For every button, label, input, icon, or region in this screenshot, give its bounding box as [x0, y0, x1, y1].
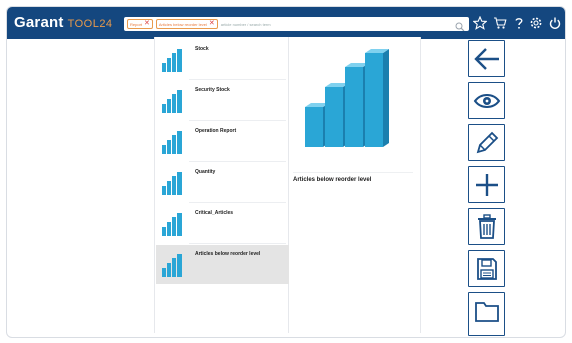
report-list-item[interactable]: Quantity	[156, 163, 289, 202]
logo-sub: TOOL24	[67, 18, 113, 30]
back-arrow-icon	[473, 47, 501, 71]
top-bar: Garant TOOL24 Report ✕ Articles below reo…	[7, 7, 565, 39]
folder-icon	[474, 299, 500, 323]
report-list-item[interactable]: Security Stock	[156, 81, 289, 120]
cart-icon[interactable]	[493, 16, 507, 30]
back-button[interactable]	[468, 40, 505, 77]
report-label: Operation Report	[195, 128, 237, 134]
chip-close-icon[interactable]: ✕	[144, 20, 150, 28]
help-icon[interactable]	[512, 16, 526, 30]
filter-chip[interactable]: Articles below reorder level ✕	[155, 19, 218, 29]
report-list-item-selected[interactable]: Articles below reorder level	[156, 245, 289, 284]
report-list-item[interactable]: Operation Report	[156, 122, 289, 161]
search-input[interactable]: Report ✕ Articles below reorder level ✕ …	[124, 17, 469, 31]
search-placeholder: article number / search term	[220, 21, 271, 27]
report-label: Security Stock	[195, 87, 230, 93]
search-icon[interactable]	[455, 19, 465, 31]
report-label: Critical_Articles	[195, 210, 234, 216]
save-button[interactable]	[468, 250, 505, 287]
filter-chip[interactable]: Report ✕	[127, 19, 153, 29]
star-icon[interactable]	[473, 16, 487, 30]
chip-close-icon[interactable]: ✕	[209, 20, 215, 28]
bar-chart-icon	[156, 81, 189, 120]
save-icon	[476, 257, 498, 281]
bar-chart-icon	[156, 163, 189, 202]
report-label: Quantity	[195, 169, 216, 175]
bar-chart-icon	[156, 122, 189, 161]
filter-chip-label: Articles below reorder level	[158, 21, 207, 27]
divider	[189, 79, 286, 80]
report-list-item[interactable]: Stock	[156, 40, 289, 79]
report-label: Stock	[195, 46, 209, 52]
open-folder-button[interactable]	[468, 292, 505, 336]
report-list-item[interactable]: Critical_Articles	[156, 204, 289, 243]
divider	[189, 120, 286, 121]
bar-chart-icon	[156, 245, 189, 284]
settings-icon[interactable]	[529, 16, 543, 30]
detail-title: Articles below reorder level	[293, 177, 372, 183]
bar-chart-icon	[156, 40, 189, 79]
eye-icon	[473, 92, 501, 110]
report-label: Articles below reorder level	[195, 251, 261, 257]
plus-icon	[474, 172, 500, 198]
divider	[293, 172, 413, 173]
report-preview-chart-icon	[301, 45, 401, 158]
add-button[interactable]	[468, 166, 505, 203]
divider	[189, 161, 286, 162]
divider	[189, 202, 286, 203]
filter-chip-label: Report	[130, 21, 143, 27]
bar-chart-icon	[156, 204, 189, 243]
delete-button[interactable]	[468, 208, 505, 245]
logo-main: Garant	[14, 14, 64, 31]
edit-button[interactable]	[468, 124, 505, 161]
pencil-icon	[474, 130, 500, 156]
report-list: Stock Security Stock Operation Report Qu…	[154, 37, 289, 333]
trash-icon	[476, 213, 498, 240]
divider	[189, 243, 286, 244]
report-detail-panel: Articles below reorder level	[289, 37, 421, 333]
app-window: Garant TOOL24 Report ✕ Articles below reo…	[6, 6, 566, 338]
power-icon[interactable]	[548, 16, 562, 30]
logo: Garant TOOL24	[14, 15, 113, 32]
view-button[interactable]	[468, 82, 505, 119]
